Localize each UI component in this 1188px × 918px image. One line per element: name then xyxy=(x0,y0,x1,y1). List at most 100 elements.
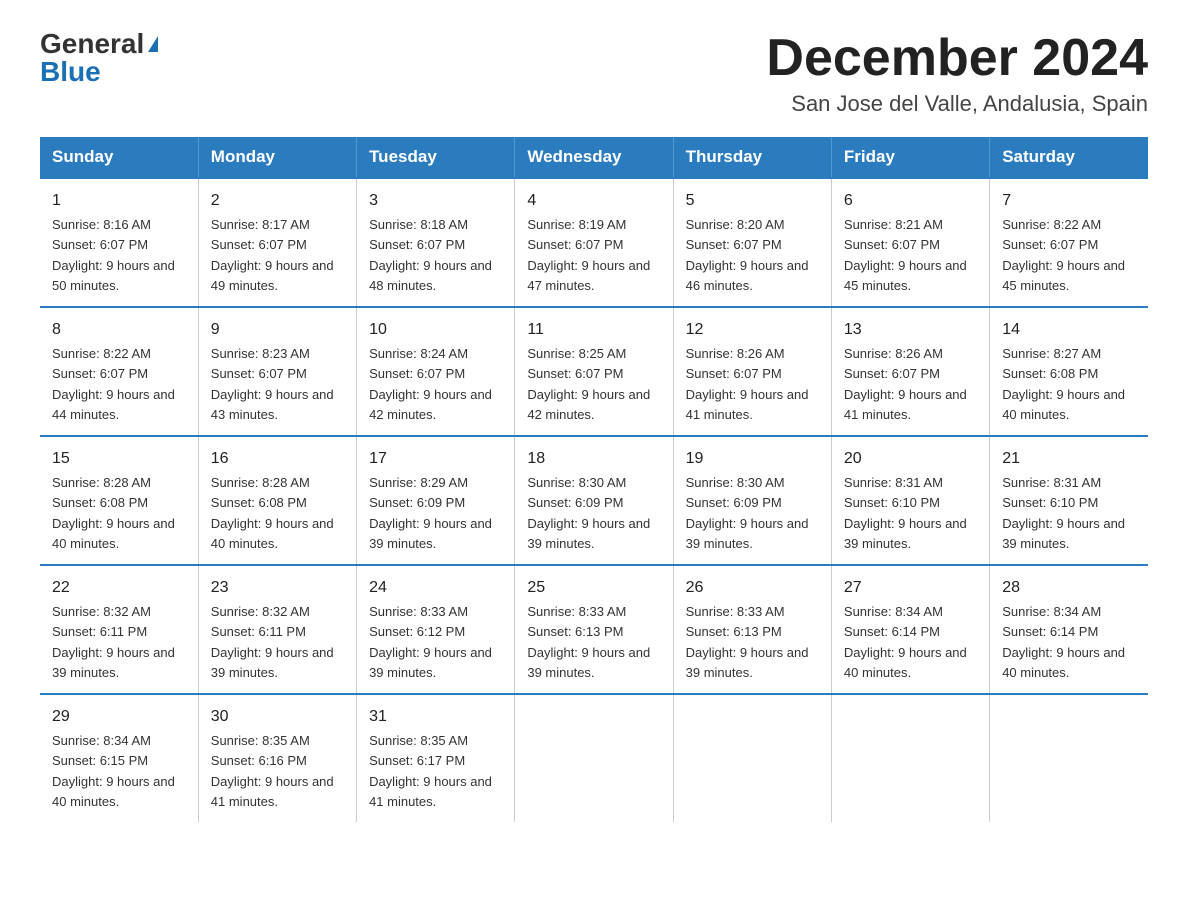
calendar-cell: 4 Sunrise: 8:19 AMSunset: 6:07 PMDayligh… xyxy=(515,178,673,307)
month-title: December 2024 xyxy=(766,30,1148,87)
calendar-cell: 18 Sunrise: 8:30 AMSunset: 6:09 PMDaylig… xyxy=(515,436,673,565)
calendar-cell: 19 Sunrise: 8:30 AMSunset: 6:09 PMDaylig… xyxy=(673,436,831,565)
day-number: 24 xyxy=(369,576,502,600)
day-info: Sunrise: 8:34 AMSunset: 6:14 PMDaylight:… xyxy=(1002,604,1125,680)
day-info: Sunrise: 8:24 AMSunset: 6:07 PMDaylight:… xyxy=(369,346,492,422)
day-info: Sunrise: 8:22 AMSunset: 6:07 PMDaylight:… xyxy=(1002,217,1125,293)
day-number: 21 xyxy=(1002,447,1136,471)
day-info: Sunrise: 8:33 AMSunset: 6:12 PMDaylight:… xyxy=(369,604,492,680)
calendar-cell: 28 Sunrise: 8:34 AMSunset: 6:14 PMDaylig… xyxy=(990,565,1148,694)
day-number: 26 xyxy=(686,576,819,600)
day-number: 14 xyxy=(1002,318,1136,342)
day-number: 31 xyxy=(369,705,502,729)
calendar-cell: 9 Sunrise: 8:23 AMSunset: 6:07 PMDayligh… xyxy=(198,307,356,436)
logo-general-text: General xyxy=(40,30,144,58)
calendar-cell xyxy=(831,694,989,822)
day-info: Sunrise: 8:26 AMSunset: 6:07 PMDaylight:… xyxy=(844,346,967,422)
day-number: 18 xyxy=(527,447,660,471)
day-number: 20 xyxy=(844,447,977,471)
calendar-cell: 6 Sunrise: 8:21 AMSunset: 6:07 PMDayligh… xyxy=(831,178,989,307)
calendar-cell: 1 Sunrise: 8:16 AMSunset: 6:07 PMDayligh… xyxy=(40,178,198,307)
day-info: Sunrise: 8:33 AMSunset: 6:13 PMDaylight:… xyxy=(686,604,809,680)
calendar-cell: 23 Sunrise: 8:32 AMSunset: 6:11 PMDaylig… xyxy=(198,565,356,694)
calendar-cell: 14 Sunrise: 8:27 AMSunset: 6:08 PMDaylig… xyxy=(990,307,1148,436)
col-header-saturday: Saturday xyxy=(990,137,1148,178)
day-info: Sunrise: 8:34 AMSunset: 6:15 PMDaylight:… xyxy=(52,733,175,809)
calendar-cell: 16 Sunrise: 8:28 AMSunset: 6:08 PMDaylig… xyxy=(198,436,356,565)
logo-triangle-icon xyxy=(148,36,158,52)
day-number: 7 xyxy=(1002,189,1136,213)
day-number: 3 xyxy=(369,189,502,213)
day-number: 6 xyxy=(844,189,977,213)
day-number: 17 xyxy=(369,447,502,471)
day-info: Sunrise: 8:35 AMSunset: 6:17 PMDaylight:… xyxy=(369,733,492,809)
day-number: 28 xyxy=(1002,576,1136,600)
day-info: Sunrise: 8:17 AMSunset: 6:07 PMDaylight:… xyxy=(211,217,334,293)
day-number: 12 xyxy=(686,318,819,342)
calendar-cell: 30 Sunrise: 8:35 AMSunset: 6:16 PMDaylig… xyxy=(198,694,356,822)
day-info: Sunrise: 8:30 AMSunset: 6:09 PMDaylight:… xyxy=(686,475,809,551)
calendar-cell: 5 Sunrise: 8:20 AMSunset: 6:07 PMDayligh… xyxy=(673,178,831,307)
col-header-sunday: Sunday xyxy=(40,137,198,178)
day-info: Sunrise: 8:25 AMSunset: 6:07 PMDaylight:… xyxy=(527,346,650,422)
day-number: 13 xyxy=(844,318,977,342)
calendar-cell: 17 Sunrise: 8:29 AMSunset: 6:09 PMDaylig… xyxy=(357,436,515,565)
day-number: 4 xyxy=(527,189,660,213)
day-number: 27 xyxy=(844,576,977,600)
calendar-cell xyxy=(990,694,1148,822)
day-info: Sunrise: 8:29 AMSunset: 6:09 PMDaylight:… xyxy=(369,475,492,551)
col-header-tuesday: Tuesday xyxy=(357,137,515,178)
calendar-cell xyxy=(515,694,673,822)
calendar-cell: 25 Sunrise: 8:33 AMSunset: 6:13 PMDaylig… xyxy=(515,565,673,694)
location-title: San Jose del Valle, Andalusia, Spain xyxy=(766,91,1148,117)
day-info: Sunrise: 8:33 AMSunset: 6:13 PMDaylight:… xyxy=(527,604,650,680)
day-number: 1 xyxy=(52,189,186,213)
day-info: Sunrise: 8:23 AMSunset: 6:07 PMDaylight:… xyxy=(211,346,334,422)
calendar-cell: 7 Sunrise: 8:22 AMSunset: 6:07 PMDayligh… xyxy=(990,178,1148,307)
day-info: Sunrise: 8:20 AMSunset: 6:07 PMDaylight:… xyxy=(686,217,809,293)
calendar-cell: 3 Sunrise: 8:18 AMSunset: 6:07 PMDayligh… xyxy=(357,178,515,307)
calendar-week-row: 29 Sunrise: 8:34 AMSunset: 6:15 PMDaylig… xyxy=(40,694,1148,822)
day-number: 15 xyxy=(52,447,186,471)
col-header-thursday: Thursday xyxy=(673,137,831,178)
day-info: Sunrise: 8:26 AMSunset: 6:07 PMDaylight:… xyxy=(686,346,809,422)
day-number: 5 xyxy=(686,189,819,213)
day-info: Sunrise: 8:28 AMSunset: 6:08 PMDaylight:… xyxy=(52,475,175,551)
day-info: Sunrise: 8:30 AMSunset: 6:09 PMDaylight:… xyxy=(527,475,650,551)
day-info: Sunrise: 8:19 AMSunset: 6:07 PMDaylight:… xyxy=(527,217,650,293)
day-info: Sunrise: 8:18 AMSunset: 6:07 PMDaylight:… xyxy=(369,217,492,293)
calendar-cell: 24 Sunrise: 8:33 AMSunset: 6:12 PMDaylig… xyxy=(357,565,515,694)
calendar-cell: 11 Sunrise: 8:25 AMSunset: 6:07 PMDaylig… xyxy=(515,307,673,436)
logo-blue-text: Blue xyxy=(40,58,101,86)
calendar-week-row: 15 Sunrise: 8:28 AMSunset: 6:08 PMDaylig… xyxy=(40,436,1148,565)
calendar-cell: 31 Sunrise: 8:35 AMSunset: 6:17 PMDaylig… xyxy=(357,694,515,822)
calendar-cell: 20 Sunrise: 8:31 AMSunset: 6:10 PMDaylig… xyxy=(831,436,989,565)
day-number: 19 xyxy=(686,447,819,471)
calendar-cell: 15 Sunrise: 8:28 AMSunset: 6:08 PMDaylig… xyxy=(40,436,198,565)
day-number: 10 xyxy=(369,318,502,342)
calendar-week-row: 22 Sunrise: 8:32 AMSunset: 6:11 PMDaylig… xyxy=(40,565,1148,694)
day-info: Sunrise: 8:21 AMSunset: 6:07 PMDaylight:… xyxy=(844,217,967,293)
logo: General Blue xyxy=(40,30,158,86)
day-number: 29 xyxy=(52,705,186,729)
calendar-cell: 8 Sunrise: 8:22 AMSunset: 6:07 PMDayligh… xyxy=(40,307,198,436)
calendar-cell: 13 Sunrise: 8:26 AMSunset: 6:07 PMDaylig… xyxy=(831,307,989,436)
day-info: Sunrise: 8:31 AMSunset: 6:10 PMDaylight:… xyxy=(1002,475,1125,551)
calendar-cell: 2 Sunrise: 8:17 AMSunset: 6:07 PMDayligh… xyxy=(198,178,356,307)
day-number: 11 xyxy=(527,318,660,342)
day-number: 30 xyxy=(211,705,344,729)
day-number: 23 xyxy=(211,576,344,600)
col-header-friday: Friday xyxy=(831,137,989,178)
day-info: Sunrise: 8:35 AMSunset: 6:16 PMDaylight:… xyxy=(211,733,334,809)
calendar-cell: 29 Sunrise: 8:34 AMSunset: 6:15 PMDaylig… xyxy=(40,694,198,822)
calendar-cell: 27 Sunrise: 8:34 AMSunset: 6:14 PMDaylig… xyxy=(831,565,989,694)
day-info: Sunrise: 8:27 AMSunset: 6:08 PMDaylight:… xyxy=(1002,346,1125,422)
calendar-week-row: 8 Sunrise: 8:22 AMSunset: 6:07 PMDayligh… xyxy=(40,307,1148,436)
calendar-table: SundayMondayTuesdayWednesdayThursdayFrid… xyxy=(40,137,1148,822)
title-area: December 2024 San Jose del Valle, Andalu… xyxy=(766,30,1148,117)
calendar-cell: 21 Sunrise: 8:31 AMSunset: 6:10 PMDaylig… xyxy=(990,436,1148,565)
day-info: Sunrise: 8:32 AMSunset: 6:11 PMDaylight:… xyxy=(52,604,175,680)
day-info: Sunrise: 8:32 AMSunset: 6:11 PMDaylight:… xyxy=(211,604,334,680)
day-info: Sunrise: 8:22 AMSunset: 6:07 PMDaylight:… xyxy=(52,346,175,422)
day-info: Sunrise: 8:16 AMSunset: 6:07 PMDaylight:… xyxy=(52,217,175,293)
